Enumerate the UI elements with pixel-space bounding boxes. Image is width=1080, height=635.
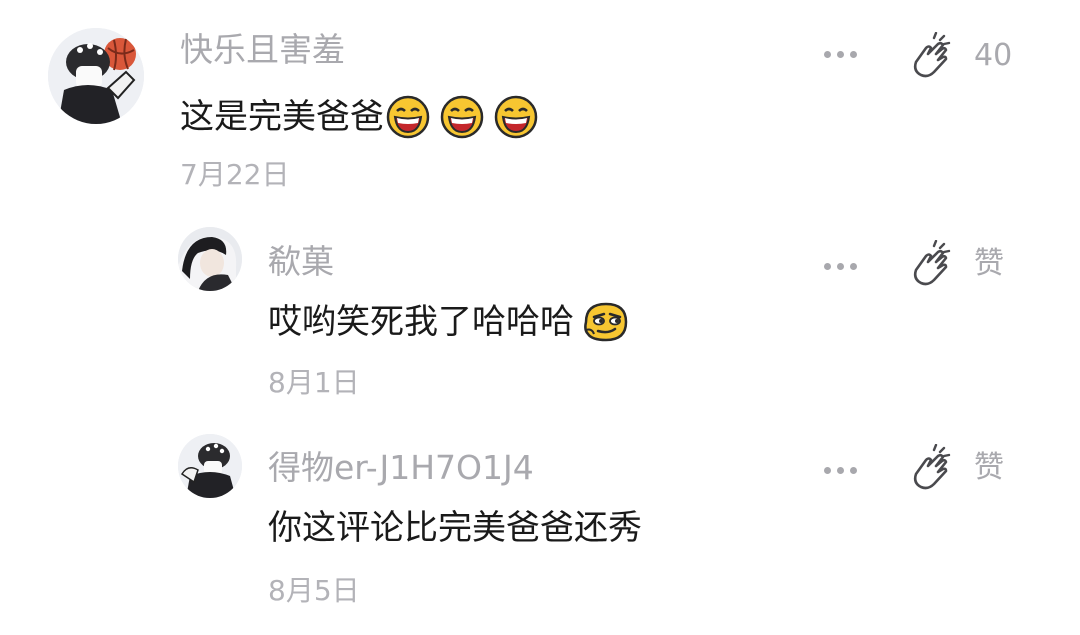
- hand-like-icon: [908, 240, 952, 288]
- comment-text-container: 你这评论比完美爸爸还秀: [268, 506, 642, 550]
- more-dots-icon[interactable]: [824, 46, 857, 62]
- comment-username[interactable]: 欷菓: [268, 242, 334, 282]
- comment-username[interactable]: 得物er-J1H7O1J4: [268, 448, 534, 488]
- hand-like-icon: [908, 32, 952, 80]
- like-button[interactable]: 赞: [908, 240, 1004, 288]
- grin-emoji-icon: [440, 95, 484, 139]
- comment-text-container: 哎哟笑死我了哈哈哈: [268, 300, 630, 344]
- like-count: 40: [974, 38, 1013, 73]
- comment-text: 这是完美爸爸: [180, 97, 384, 137]
- avatar[interactable]: [178, 227, 242, 291]
- avatar[interactable]: [178, 434, 242, 498]
- smirk-emoji-icon: [582, 300, 630, 344]
- comment-top-level: 快乐且害羞 这是完美爸爸 7月22日 40: [0, 0, 1080, 210]
- comment-date: 7月22日: [180, 158, 290, 191]
- like-label: 赞: [974, 450, 1004, 485]
- more-dots-icon[interactable]: [824, 462, 857, 478]
- comment-reply: 得物er-J1H7O1J4 你这评论比完美爸爸还秀 8月5日 赞: [0, 420, 1080, 635]
- comment-username[interactable]: 快乐且害羞: [180, 30, 345, 70]
- comment-date: 8月5日: [268, 574, 360, 607]
- comment-text: 哎哟笑死我了哈哈哈: [268, 302, 574, 342]
- like-button[interactable]: 40: [908, 32, 1012, 80]
- like-button[interactable]: 赞: [908, 444, 1004, 492]
- grin-emoji-icon: [386, 95, 430, 139]
- avatar[interactable]: [48, 28, 144, 124]
- comment-date: 8月1日: [268, 366, 360, 399]
- comment-text-container: 这是完美爸爸: [180, 95, 538, 139]
- comment-text: 你这评论比完美爸爸还秀: [268, 508, 642, 548]
- hand-like-icon: [908, 444, 952, 492]
- comment-reply: 欷菓 哎哟笑死我了哈哈哈 8月1日 赞: [0, 210, 1080, 420]
- more-dots-icon[interactable]: [824, 258, 857, 274]
- grin-emoji-icon: [494, 95, 538, 139]
- like-label: 赞: [974, 246, 1004, 281]
